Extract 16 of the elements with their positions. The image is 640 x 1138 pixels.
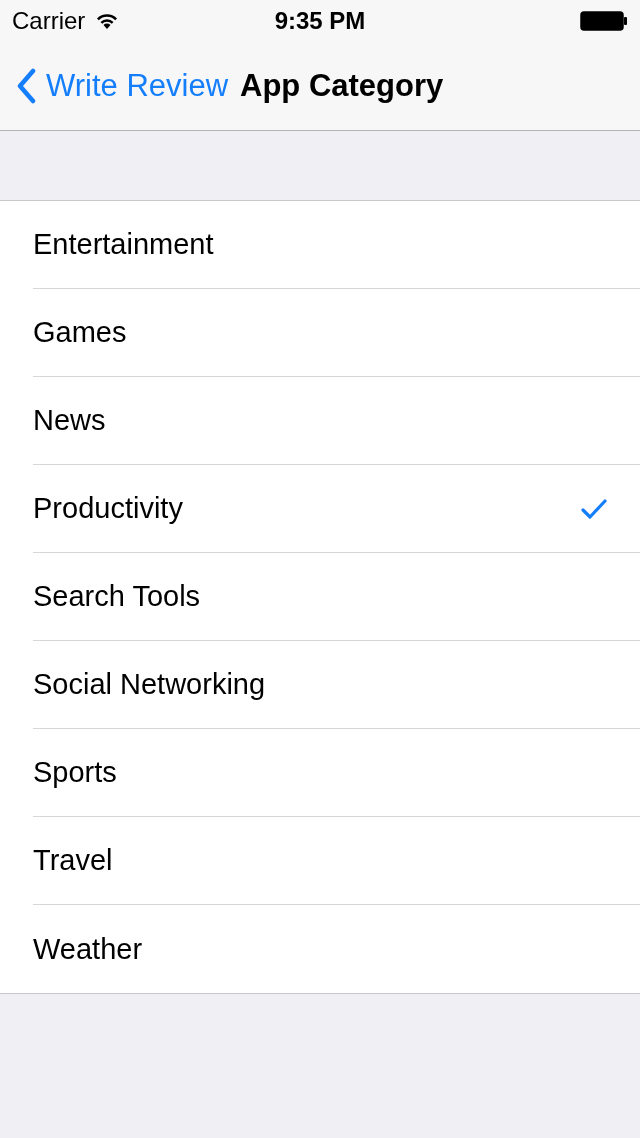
wifi-icon [95,12,120,30]
category-row[interactable]: Productivity [33,465,640,553]
category-row[interactable]: News [33,377,640,465]
category-row[interactable]: Sports [33,729,640,817]
category-row[interactable]: Entertainment [33,201,640,289]
category-row[interactable]: Travel [33,817,640,905]
clock-time: 9:35 PM [273,7,367,35]
carrier-name: Carrier [12,7,86,35]
category-row[interactable]: Search Tools [33,553,640,641]
category-row[interactable]: Social Networking [33,641,640,729]
back-chevron-icon [16,68,36,104]
screen-title: App Category [240,68,444,104]
battery-icon [580,11,628,31]
back-button[interactable]: Write Review [16,68,229,104]
category-row[interactable]: Games [33,289,640,377]
category-row[interactable]: Weather [33,905,640,993]
